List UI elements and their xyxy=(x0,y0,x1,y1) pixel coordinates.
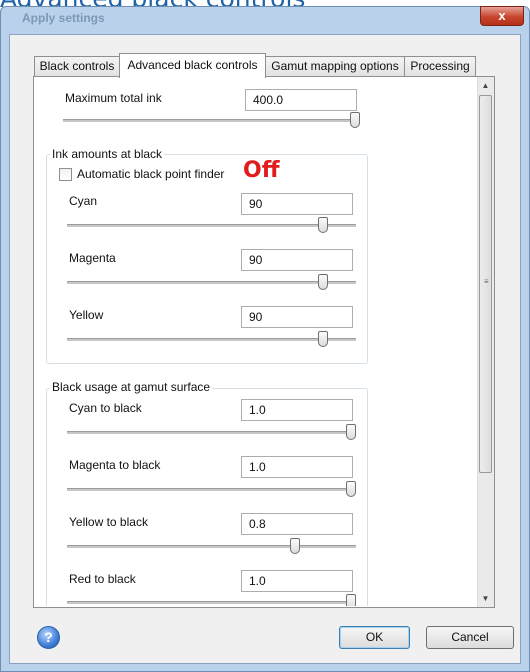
magenta-slider-thumb[interactable] xyxy=(318,274,329,290)
cyan-to-black-slider-track xyxy=(67,431,356,434)
tab-processing[interactable]: Processing xyxy=(404,56,476,77)
auto-black-point-label: Automatic black point finder xyxy=(77,167,225,181)
magenta-to-black-slider-thumb[interactable] xyxy=(346,481,356,497)
off-annotation: Off xyxy=(243,158,280,183)
yellow-slider-track xyxy=(67,338,356,341)
yellow-field[interactable]: 90 xyxy=(241,306,353,328)
scroll-down-icon[interactable]: ▼ xyxy=(477,590,494,607)
cyan-field[interactable]: 90 xyxy=(241,193,353,215)
magenta-to-black-label: Magenta to black xyxy=(69,458,161,472)
max-ink-slider-track xyxy=(63,119,360,122)
magenta-label: Magenta xyxy=(69,251,116,265)
settings-scroll-area: Maximum total ink 400.0 Ink amounts at b… xyxy=(34,77,477,606)
cyan-to-black-field[interactable]: 1.0 xyxy=(241,399,353,421)
magenta-field[interactable]: 90 xyxy=(241,249,353,271)
ink-amounts-group-title: Ink amounts at black xyxy=(50,147,165,161)
yellow-to-black-slider-track xyxy=(67,545,356,548)
tab-gamut-mapping-options[interactable]: Gamut mapping options xyxy=(265,56,405,77)
yellow-to-black-field[interactable]: 0.8 xyxy=(241,513,353,535)
yellow-to-black-slider-thumb[interactable] xyxy=(290,538,301,554)
max-ink-label: Maximum total ink xyxy=(65,91,162,105)
close-icon: x xyxy=(498,8,506,23)
gamut-surface-group-title: Black usage at gamut surface xyxy=(50,380,213,394)
scroll-up-icon[interactable]: ▲ xyxy=(477,77,494,94)
tab-advanced-black-controls[interactable]: Advanced black controls xyxy=(119,53,266,78)
magenta-to-black-slider-track xyxy=(67,488,356,491)
close-button[interactable]: x xyxy=(480,6,524,26)
red-to-black-slider-track xyxy=(67,601,356,604)
window-title: Apply settings xyxy=(22,11,105,25)
ok-button[interactable]: OK xyxy=(339,626,410,649)
max-ink-field[interactable]: 400.0 xyxy=(245,89,357,111)
red-to-black-field[interactable]: 1.0 xyxy=(241,570,353,592)
cyan-slider-track xyxy=(67,224,356,227)
red-to-black-slider-thumb[interactable] xyxy=(346,594,356,606)
cyan-label: Cyan xyxy=(69,194,98,208)
cancel-button[interactable]: Cancel xyxy=(426,626,514,649)
help-icon[interactable]: ? xyxy=(37,626,60,649)
yellow-slider-thumb[interactable] xyxy=(318,331,329,347)
max-ink-slider-thumb[interactable] xyxy=(350,112,360,128)
scrollbar-grip-icon: ≡ xyxy=(484,277,489,286)
magenta-to-black-field[interactable]: 1.0 xyxy=(241,456,353,478)
yellow-label: Yellow xyxy=(69,308,104,322)
tab-black-controls[interactable]: Black controls xyxy=(34,56,120,77)
magenta-slider-track xyxy=(67,281,356,284)
cyan-to-black-label: Cyan to black xyxy=(69,401,142,415)
yellow-to-black-label: Yellow to black xyxy=(69,515,148,529)
red-to-black-label: Red to black xyxy=(69,572,136,586)
cyan-to-black-slider-thumb[interactable] xyxy=(346,424,356,440)
cyan-slider-thumb[interactable] xyxy=(318,217,329,233)
auto-black-point-checkbox[interactable] xyxy=(59,168,72,181)
